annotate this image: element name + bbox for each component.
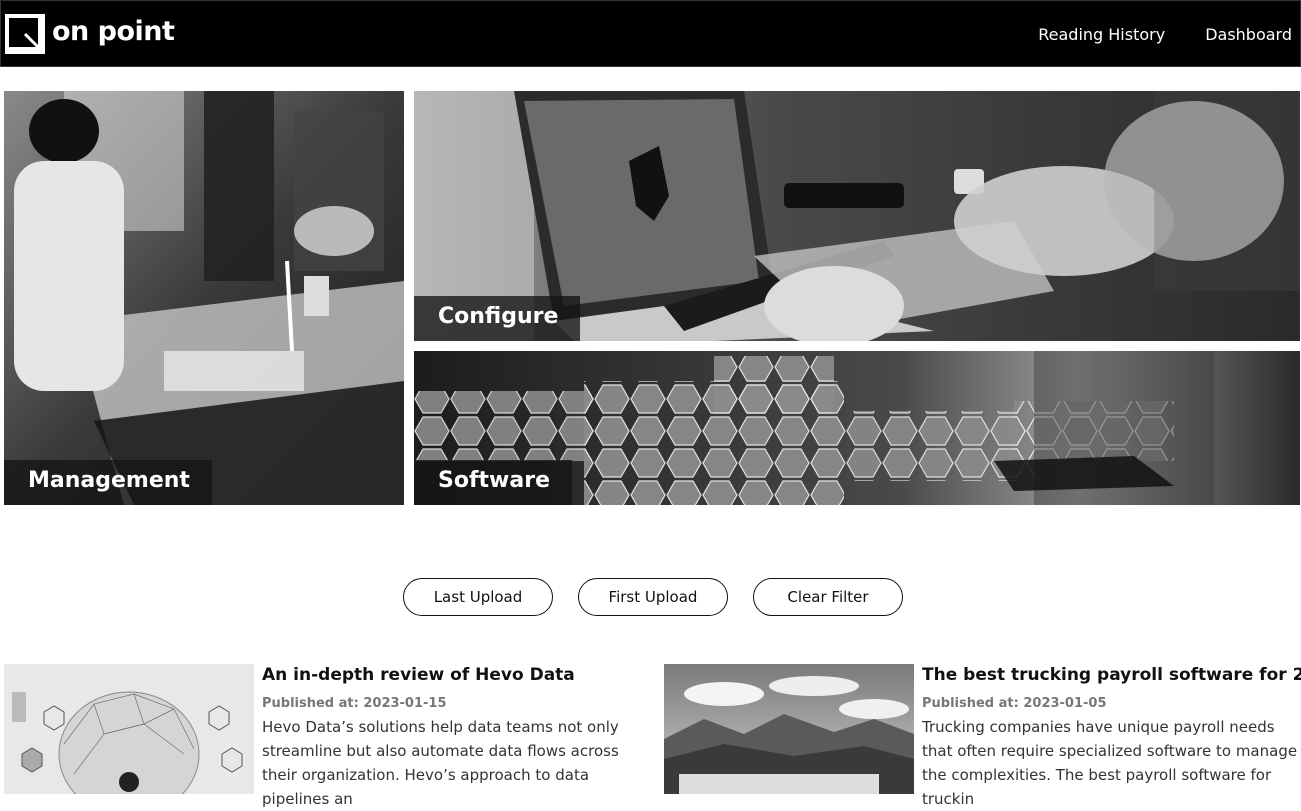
nav-reading-history-link[interactable]: Reading History bbox=[1038, 25, 1165, 44]
mountain-landscape-image bbox=[664, 664, 914, 794]
published-date: 2023-01-05 bbox=[1023, 696, 1107, 711]
main-nav: Reading History Dashboard bbox=[1038, 25, 1292, 44]
article-title[interactable]: The best trucking payroll software for 2… bbox=[922, 664, 1301, 686]
article-description: Hevo Data’s solutions help data teams no… bbox=[262, 718, 619, 808]
sort-filter-bar: Last Upload First Upload Clear Filter bbox=[403, 578, 903, 616]
category-label-configure: Configure bbox=[414, 296, 581, 341]
clear-filter-button[interactable]: Clear Filter bbox=[753, 578, 903, 616]
published-label: Published at: bbox=[262, 696, 359, 711]
first-upload-button[interactable]: First Upload bbox=[578, 578, 728, 616]
published-date: 2023-01-15 bbox=[363, 696, 447, 711]
published-label: Published at: bbox=[922, 696, 1019, 711]
logo[interactable]: on point bbox=[5, 13, 175, 55]
logo-square-icon bbox=[5, 14, 45, 54]
logo-text: on point bbox=[52, 15, 175, 47]
category-label-management: Management bbox=[4, 460, 212, 505]
article-description: Trucking companies have unique payroll n… bbox=[922, 718, 1298, 808]
nav-dashboard-link[interactable]: Dashboard bbox=[1205, 25, 1292, 44]
article-published: Published at: 2023-01-15 bbox=[262, 696, 647, 711]
article-card: The best trucking payroll software for 2… bbox=[664, 664, 1301, 808]
data-network-image bbox=[4, 664, 254, 794]
management-photo bbox=[4, 91, 404, 505]
article-title[interactable]: An in-depth review of Hevo Data bbox=[262, 664, 647, 686]
category-tile-configure[interactable]: Configure bbox=[414, 91, 1300, 341]
article-body: The best trucking payroll software for 2… bbox=[922, 664, 1301, 811]
article-thumbnail[interactable] bbox=[664, 664, 914, 794]
article-published: Published at: 2023-01-05 bbox=[922, 696, 1301, 711]
article-body: An in-depth review of Hevo Data Publishe… bbox=[262, 664, 647, 811]
article-card: An in-depth review of Hevo Data Publishe… bbox=[4, 664, 644, 808]
top-navbar: on point Reading History Dashboard bbox=[0, 0, 1301, 67]
article-thumbnail[interactable] bbox=[4, 664, 254, 794]
category-label-software: Software bbox=[414, 460, 572, 505]
last-upload-button[interactable]: Last Upload bbox=[403, 578, 553, 616]
category-tile-management[interactable]: Management bbox=[4, 91, 404, 505]
category-tile-software[interactable]: Software bbox=[414, 351, 1300, 505]
